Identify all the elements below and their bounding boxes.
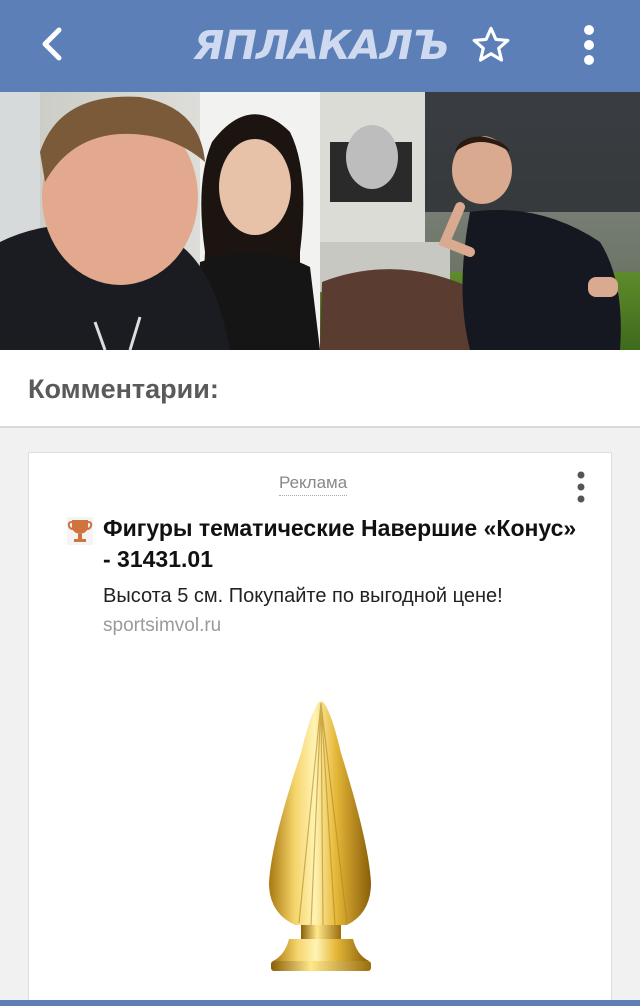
app-bar: ЯПЛАКАЛЪ [0,0,640,92]
ad-product-image[interactable] [229,693,409,983]
ad-card[interactable]: Реклама Фигуры тематические Навершие «Ко… [28,452,612,1006]
ad-domain[interactable]: sportsimvol.ru [103,615,221,637]
back-button[interactable] [30,22,74,66]
ad-menu-button[interactable] [569,469,593,505]
trophy-icon [67,517,93,545]
ad-title[interactable]: Фигуры тематические Навершие «Конус» - 3… [103,513,583,575]
star-outline-icon [472,26,510,62]
meme-illustration [0,92,640,350]
comments-section-header: Комментарии: [0,350,640,428]
menu-button[interactable] [566,20,612,70]
ad-description: Высота 5 см. Покупайте по выгодной цене! [103,585,503,607]
app-logo[interactable]: ЯПЛАКАЛЪ [194,22,450,70]
more-vertical-icon [577,471,585,503]
post-image[interactable] [0,92,640,350]
ad-label[interactable]: Реклама [279,473,348,496]
chevron-left-icon [42,27,62,61]
bottom-bar [0,1000,640,1006]
comments-title: Комментарии: [28,374,219,404]
favorite-button[interactable] [466,20,516,70]
more-vertical-icon [584,25,594,65]
